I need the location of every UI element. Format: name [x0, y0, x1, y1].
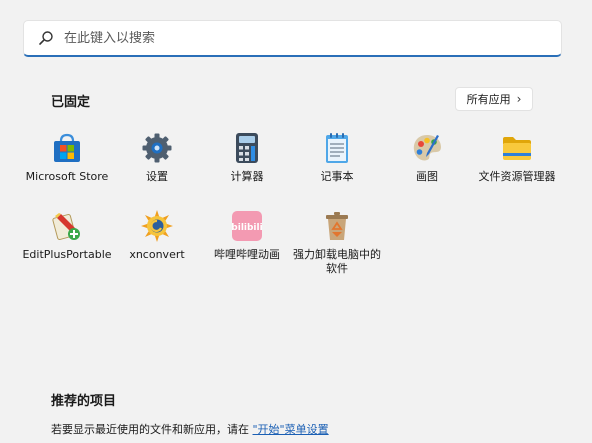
app-label: 画图 — [416, 170, 438, 183]
calculator-icon — [230, 131, 264, 165]
pinned-app-calculator[interactable]: 计算器 — [200, 131, 294, 184]
pinned-app-microsoft-store[interactable]: Microsoft Store — [20, 131, 114, 184]
pinned-app-xnconvert[interactable]: xnconvert — [110, 209, 204, 262]
editplus-icon — [50, 209, 84, 243]
svg-text:bilibili: bilibili — [231, 223, 262, 233]
bilibili-icon: bilibili — [230, 209, 264, 243]
search-box[interactable] — [23, 20, 562, 57]
all-apps-button[interactable]: 所有应用 › — [455, 87, 533, 111]
folder-icon — [500, 131, 534, 165]
app-label: 记事本 — [320, 170, 354, 183]
app-label: 计算器 — [230, 170, 264, 183]
app-label: 哔哩哔哩动画 — [214, 248, 280, 261]
pinned-app-notepad[interactable]: 记事本 — [290, 131, 384, 184]
app-label: xnconvert — [129, 248, 185, 261]
app-label: 强力卸载电脑中的软件 — [293, 248, 381, 275]
pinned-title: 已固定 — [51, 95, 91, 110]
search-input[interactable] — [64, 30, 561, 46]
app-label: Microsoft Store — [25, 170, 109, 183]
start-menu-settings-link[interactable]: "开始"菜单设置 — [253, 423, 329, 436]
pinned-app-file-explorer[interactable]: 文件资源管理器 — [470, 131, 564, 184]
app-label: 设置 — [146, 170, 168, 183]
pinned-app-paint[interactable]: 画图 — [380, 131, 474, 184]
pinned-app-editplus[interactable]: EditPlusPortable — [20, 209, 114, 262]
search-icon — [39, 31, 53, 45]
recommended-title: 推荐的项目 — [51, 394, 117, 409]
microsoft-store-icon — [50, 131, 84, 165]
app-label: EditPlusPortable — [22, 248, 112, 261]
recommended-hint-text: 若要显示最近使用的文件和新应用，请在 — [51, 423, 249, 436]
pinned-app-bilibili[interactable]: bilibili 哔哩哔哩动画 — [200, 209, 294, 262]
recommended-hint: 若要显示最近使用的文件和新应用，请在 "开始"菜单设置 — [51, 421, 329, 437]
pinned-app-settings[interactable]: 设置 — [110, 131, 204, 184]
pinned-app-uninstaller[interactable]: 强力卸载电脑中的软件 — [290, 209, 384, 276]
notepad-icon — [320, 131, 354, 165]
uninstaller-recycle-icon — [320, 209, 354, 243]
xnconvert-icon — [140, 209, 174, 243]
chevron-right-icon: › — [516, 92, 522, 106]
paint-palette-icon — [410, 131, 444, 165]
app-label: 文件资源管理器 — [478, 170, 556, 183]
all-apps-label: 所有应用 — [466, 93, 511, 106]
settings-gear-icon — [140, 131, 174, 165]
